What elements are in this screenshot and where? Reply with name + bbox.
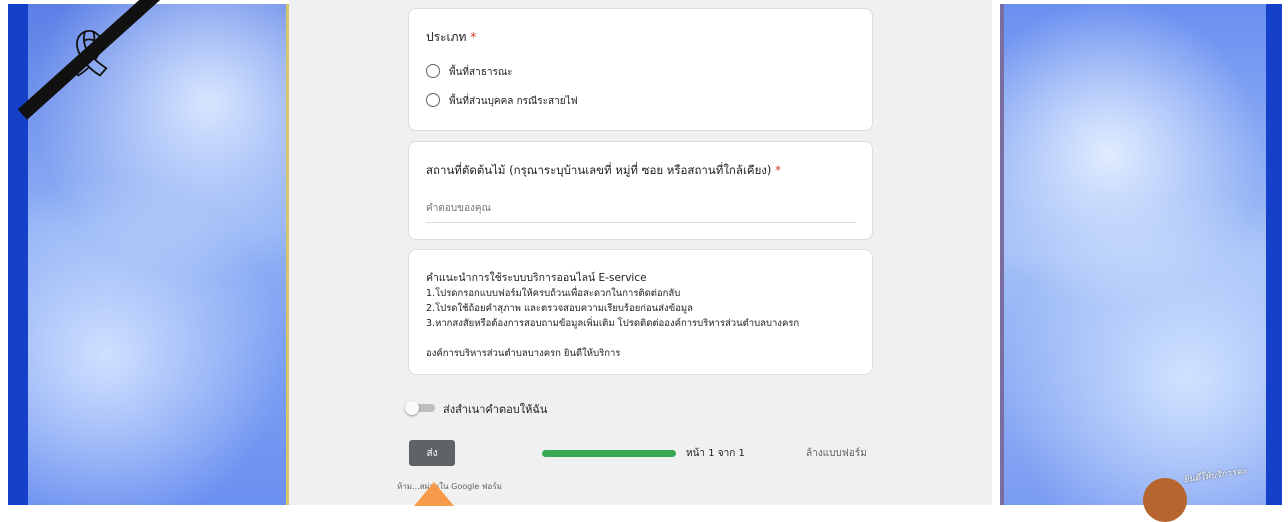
instruction-line: 1.โปรดกรอกแบบฟอร์มให้ครบถ้วนเพื่อสะดวกใน… — [426, 288, 681, 299]
instruction-line: 2.โปรดใช้ถ้อยคำสุภาพ และตรวจสอบความเรียบ… — [426, 303, 693, 314]
send-copy-label: ส่งสำเนาคำตอบให้ฉัน — [443, 403, 548, 416]
clear-form-button[interactable]: ล้างแบบฟอร์ม — [806, 446, 867, 461]
page-indicator: หน้า 1 จาก 1 — [686, 448, 745, 459]
radio-label-public-area: พื้นที่สาธารณะ — [449, 67, 513, 78]
send-copy-toggle[interactable] — [405, 401, 419, 415]
mascot-avatar — [1143, 478, 1187, 522]
black-ribbon-icon: 🎗 — [60, 26, 119, 80]
location-question-title: สถานที่ตัดต้นไม้ (กรุณาระบุบ้านเลขที่ หม… — [426, 163, 781, 177]
instruction-line: 3.หากสงสัยหรือต้องการสอบถามข้อมูลเพิ่มเต… — [426, 318, 800, 329]
left-decorative-panel: 🎗 — [8, 0, 289, 505]
radio-public-area[interactable] — [426, 64, 440, 78]
location-question-card: สถานที่ตัดต้นไม้ (กรุณาระบุบ้านเลขที่ หม… — [408, 141, 873, 240]
instructions-footer: องค์การบริหารส่วนตำบลบางครก ยินดีให้บริก… — [426, 348, 621, 359]
radio-private-area[interactable] — [426, 93, 440, 107]
type-question-title: ประเภท * — [426, 30, 477, 44]
instructions-card: คำแนะนำการใช้ระบบบริการออนไลน์ E-service… — [408, 249, 873, 375]
right-decorative-panel — [1000, 4, 1282, 505]
instructions-title: คำแนะนำการใช้ระบบบริการออนไลน์ E-service — [426, 272, 647, 284]
type-question-card: ประเภท * พื้นที่สาธารณะ พื้นที่ส่วนบุคคล… — [408, 8, 873, 131]
pointer-arrow-icon — [414, 482, 454, 506]
progress-bar — [542, 450, 676, 457]
radio-label-private-area: พื้นที่ส่วนบุคคล กรณีระสายไฟ — [449, 96, 578, 107]
location-answer-input[interactable]: คำตอบของคุณ — [426, 201, 856, 223]
submit-button[interactable]: ส่ง — [409, 440, 455, 466]
